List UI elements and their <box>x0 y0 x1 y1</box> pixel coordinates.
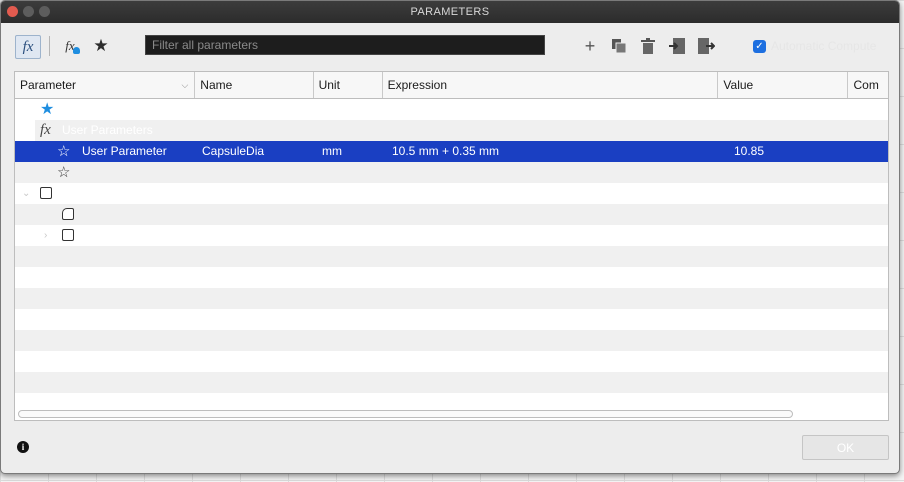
column-header-comment[interactable]: Com <box>848 72 888 98</box>
empty-row <box>15 267 888 288</box>
component-icon <box>62 229 74 241</box>
cell-value: 10.85 <box>734 144 765 158</box>
fx-icon: fx <box>40 122 51 138</box>
window-title: PARAMETERS <box>410 6 490 18</box>
horizontal-scrollbar[interactable] <box>18 410 793 418</box>
cell-unit[interactable]: mm <box>322 141 342 162</box>
copy-icon <box>612 39 627 54</box>
user-parameters-filter-button[interactable]: fx <box>59 36 81 56</box>
column-header-expression[interactable]: Expression <box>383 72 719 98</box>
star-icon: ★ <box>93 36 109 55</box>
column-header-parameter[interactable]: Parameter ⌵ <box>15 72 196 98</box>
chevron-down-icon: ⌵ <box>181 80 189 90</box>
trash-icon <box>641 38 655 54</box>
favorites-star-icon: ★ <box>40 101 55 118</box>
empty-row <box>15 246 888 267</box>
cell-name[interactable]: CapsuleDia <box>202 141 264 162</box>
toolbar-separator <box>49 36 50 56</box>
plus-icon: + <box>584 35 596 56</box>
person-icon <box>73 47 80 54</box>
empty-row <box>15 372 888 393</box>
lid-label: Lid <box>82 228 99 242</box>
column-header-value[interactable]: Value <box>718 72 849 98</box>
empty-row <box>15 351 888 372</box>
copy-parameter-button[interactable] <box>610 37 628 55</box>
empty-row <box>15 288 888 309</box>
parameters-dialog: PARAMETERS fx fx ★ + <box>0 0 900 474</box>
automatic-compute-label: Automatic Compute <box>771 39 877 53</box>
import-parameters-button[interactable] <box>668 37 686 55</box>
all-parameters-filter-button[interactable]: fx <box>15 35 41 59</box>
lid-group-row[interactable]: › Lid <box>15 225 888 246</box>
model-parameters-group-row[interactable]: ⌄ Model Parameters <box>15 183 888 204</box>
favorites-group-row[interactable]: ★ Favorites <box>15 99 888 120</box>
column-header-name[interactable]: Name <box>195 72 314 98</box>
favorites-filter-button[interactable]: ★ <box>91 36 111 56</box>
row-spacer <box>15 120 35 141</box>
chevron-down-icon[interactable]: ⌄ <box>22 183 30 204</box>
add-parameter-button[interactable]: + <box>581 35 599 56</box>
delete-parameter-button[interactable] <box>639 37 657 55</box>
body-icon <box>62 208 74 220</box>
table-header: Parameter ⌵ Name Unit Expression Value C… <box>15 72 888 99</box>
title-bar: PARAMETERS <box>1 1 899 23</box>
empty-row <box>15 330 888 351</box>
filter-parameters-input[interactable] <box>145 35 545 55</box>
favorite-star-outline-icon[interactable]: ☆ <box>57 162 70 183</box>
chevron-right-icon[interactable]: › <box>44 225 47 246</box>
toolbar: fx fx ★ + <box>1 33 899 59</box>
user-parameters-label: User Parameters <box>62 123 153 137</box>
component-icon <box>40 187 52 199</box>
model-parameters-label: Model Parameters <box>62 186 161 200</box>
export-parameters-button[interactable] <box>697 37 715 55</box>
user-parameters-group-row[interactable]: fx User Parameters <box>15 120 888 141</box>
automatic-compute-toggle[interactable]: ✓ Automatic Compute <box>753 39 876 53</box>
import-icon <box>668 38 685 54</box>
favorites-label: Favorites <box>62 102 112 116</box>
new-parameter-row[interactable]: ☆ <box>15 162 888 183</box>
empty-row <box>15 309 888 330</box>
favorite-star-outline-icon[interactable]: ☆ <box>57 141 70 162</box>
cell-expression[interactable]: 10.5 mm + 0.35 mm <box>392 141 499 162</box>
info-icon[interactable]: i <box>17 441 29 453</box>
model-item-row[interactable] <box>15 204 888 225</box>
export-icon <box>697 38 715 54</box>
table-row-selected[interactable]: ☆ User Parameter CapsuleDia mm 10.5 mm +… <box>15 141 888 162</box>
automatic-compute-checkbox[interactable]: ✓ <box>753 39 766 53</box>
fx-icon: fx <box>22 38 34 55</box>
cell-parameter: User Parameter <box>82 144 167 158</box>
column-header-unit[interactable]: Unit <box>314 72 383 98</box>
parameters-table: Parameter ⌵ Name Unit Expression Value C… <box>14 71 889 421</box>
ok-button[interactable]: OK <box>802 435 889 460</box>
table-body: ★ Favorites fx User Parameters ☆ User Pa… <box>15 99 888 414</box>
check-icon: ✓ <box>755 40 764 52</box>
